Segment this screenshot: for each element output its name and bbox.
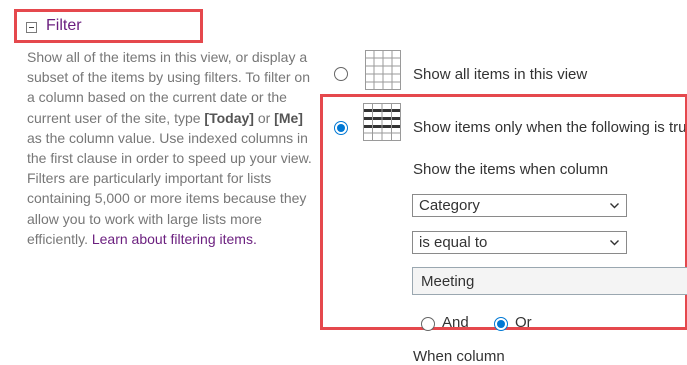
section-header-highlight (14, 9, 203, 43)
show-all-label[interactable]: Show all items in this view (413, 66, 587, 83)
show-filtered-radio[interactable] (334, 121, 348, 135)
column-select-value: Category (419, 197, 480, 214)
next-column-caption: When column (413, 348, 505, 365)
or-radio[interactable] (494, 317, 508, 331)
filtered-grid-icon (363, 103, 401, 141)
show-all-radio[interactable] (334, 67, 348, 81)
learn-filtering-link[interactable]: Learn about filtering items. (92, 231, 257, 247)
and-radio[interactable] (421, 317, 435, 331)
description-text-2: or (253, 109, 275, 126)
column-select[interactable]: Category (412, 194, 627, 217)
description-text-3: as the column value. Use indexed columns… (27, 129, 312, 247)
section-title[interactable]: Filter (46, 17, 82, 35)
today-token: [Today] (204, 109, 254, 126)
show-filtered-label[interactable]: Show items only when the following is tr… (413, 119, 685, 136)
column-caption: Show the items when column (413, 161, 609, 178)
grid-icon (365, 50, 401, 90)
section-description: Show all of the items in this view, or d… (27, 47, 317, 249)
collapse-minus-icon[interactable] (26, 22, 37, 33)
chevron-down-icon (610, 203, 619, 209)
and-label[interactable]: And (442, 314, 469, 331)
or-label[interactable]: Or (515, 314, 532, 331)
filter-value-input[interactable]: Meeting (412, 267, 687, 295)
chevron-down-icon (610, 240, 619, 246)
operator-select[interactable]: is equal to (412, 231, 627, 254)
operator-select-value: is equal to (419, 234, 488, 251)
me-token: [Me] (274, 109, 303, 126)
